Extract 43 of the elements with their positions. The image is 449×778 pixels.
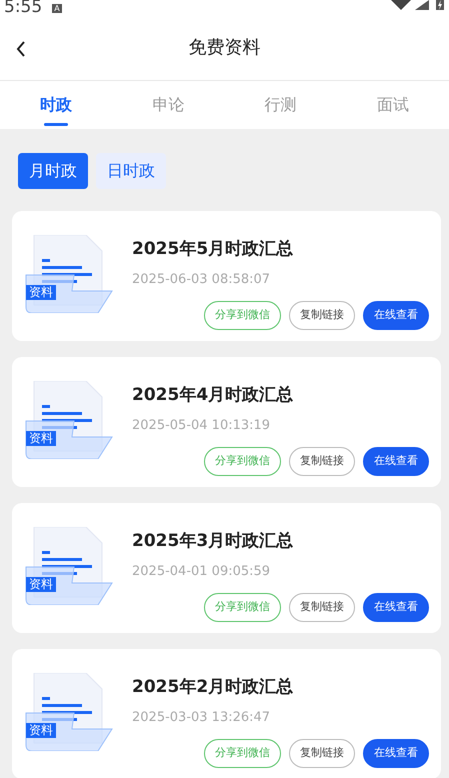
material-title: 2025年2月时政汇总 <box>132 676 294 699</box>
view-online-button[interactable]: 在线查看 <box>363 739 429 768</box>
document-folder-icon <box>24 673 114 751</box>
material-tag: 资料 <box>26 285 56 300</box>
back-icon <box>16 40 26 57</box>
share-button[interactable]: 分享到微信 <box>204 593 281 622</box>
copy-link-button[interactable]: 复制链接 <box>289 447 355 476</box>
category-tab[interactable]: 申论 <box>112 81 224 129</box>
publish-date: 2025-04-01 09:05:59 <box>132 562 272 580</box>
share-button[interactable]: 分享到微信 <box>204 301 281 330</box>
period-tab[interactable]: 月时政 <box>18 153 88 189</box>
page-title: 免费资料 <box>188 36 260 60</box>
copy-link-button[interactable]: 复制链接 <box>289 739 355 768</box>
material-card[interactable]: 资料 2025年4月时政汇总 2025-05-04 10:13:19 分享到微信 复制链接 在线查看 <box>12 357 441 487</box>
material-card[interactable]: 资料 2025年5月时政汇总 2025-06-03 08:58:07 分享到微信 复制链接 在线查看 <box>12 211 441 341</box>
material-tag: 资料 <box>26 431 56 446</box>
document-folder-icon <box>24 527 114 605</box>
material-tag: 资料 <box>26 577 56 592</box>
wifi-icon <box>391 0 411 10</box>
share-button[interactable]: 分享到微信 <box>204 739 281 768</box>
copy-link-button[interactable]: 复制链接 <box>289 593 355 622</box>
publish-date: 2025-05-04 10:13:19 <box>132 416 272 434</box>
publish-date: 2025-06-03 08:58:07 <box>132 270 272 288</box>
material-card[interactable]: 资料 2025年2月时政汇总 2025-03-03 13:26:47 分享到微信 复制链接 在线查看 <box>12 649 441 778</box>
view-online-button[interactable]: 在线查看 <box>363 593 429 622</box>
share-button[interactable]: 分享到微信 <box>204 447 281 476</box>
copy-link-button[interactable]: 复制链接 <box>289 301 355 330</box>
material-title: 2025年5月时政汇总 <box>132 238 294 261</box>
view-online-button[interactable]: 在线查看 <box>363 447 429 476</box>
material-card[interactable]: 资料 2025年3月时政汇总 2025-04-01 09:05:59 分享到微信 复制链接 在线查看 <box>12 503 441 633</box>
category-tab[interactable]: 面试 <box>336 81 449 129</box>
document-folder-icon <box>24 235 114 313</box>
document-folder-icon <box>24 381 114 459</box>
publish-date: 2025-03-03 13:26:47 <box>132 708 272 726</box>
period-tab[interactable]: 日时政 <box>96 153 166 189</box>
category-tab[interactable]: 时政 <box>0 81 112 129</box>
material-title: 2025年4月时政汇总 <box>132 384 294 407</box>
view-online-button[interactable]: 在线查看 <box>363 301 429 330</box>
material-tag: 资料 <box>26 723 56 738</box>
category-tab[interactable]: 行测 <box>224 81 337 129</box>
notification-icon: A <box>52 4 62 13</box>
signal-icon <box>415 0 429 10</box>
material-title: 2025年3月时政汇总 <box>132 530 294 553</box>
